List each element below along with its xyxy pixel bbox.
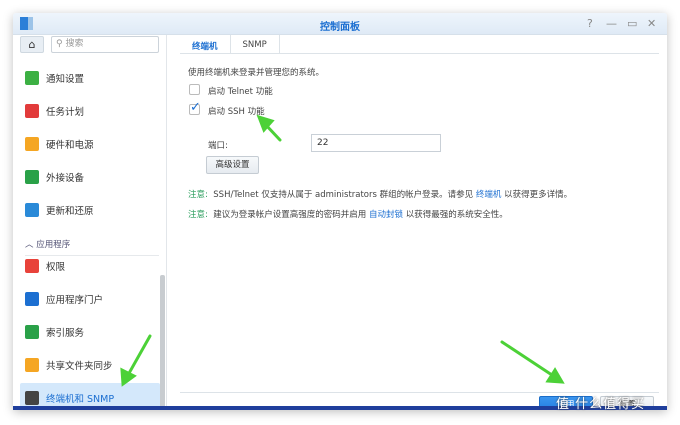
arrow-sidebar-head — [120, 367, 137, 387]
arrow-sidebar — [126, 334, 152, 377]
arrow-apply-head — [545, 367, 565, 384]
watermark: 值 什么值得买 — [556, 397, 646, 412]
arrow-apply — [500, 340, 557, 379]
annotation-arrows — [120, 114, 565, 387]
